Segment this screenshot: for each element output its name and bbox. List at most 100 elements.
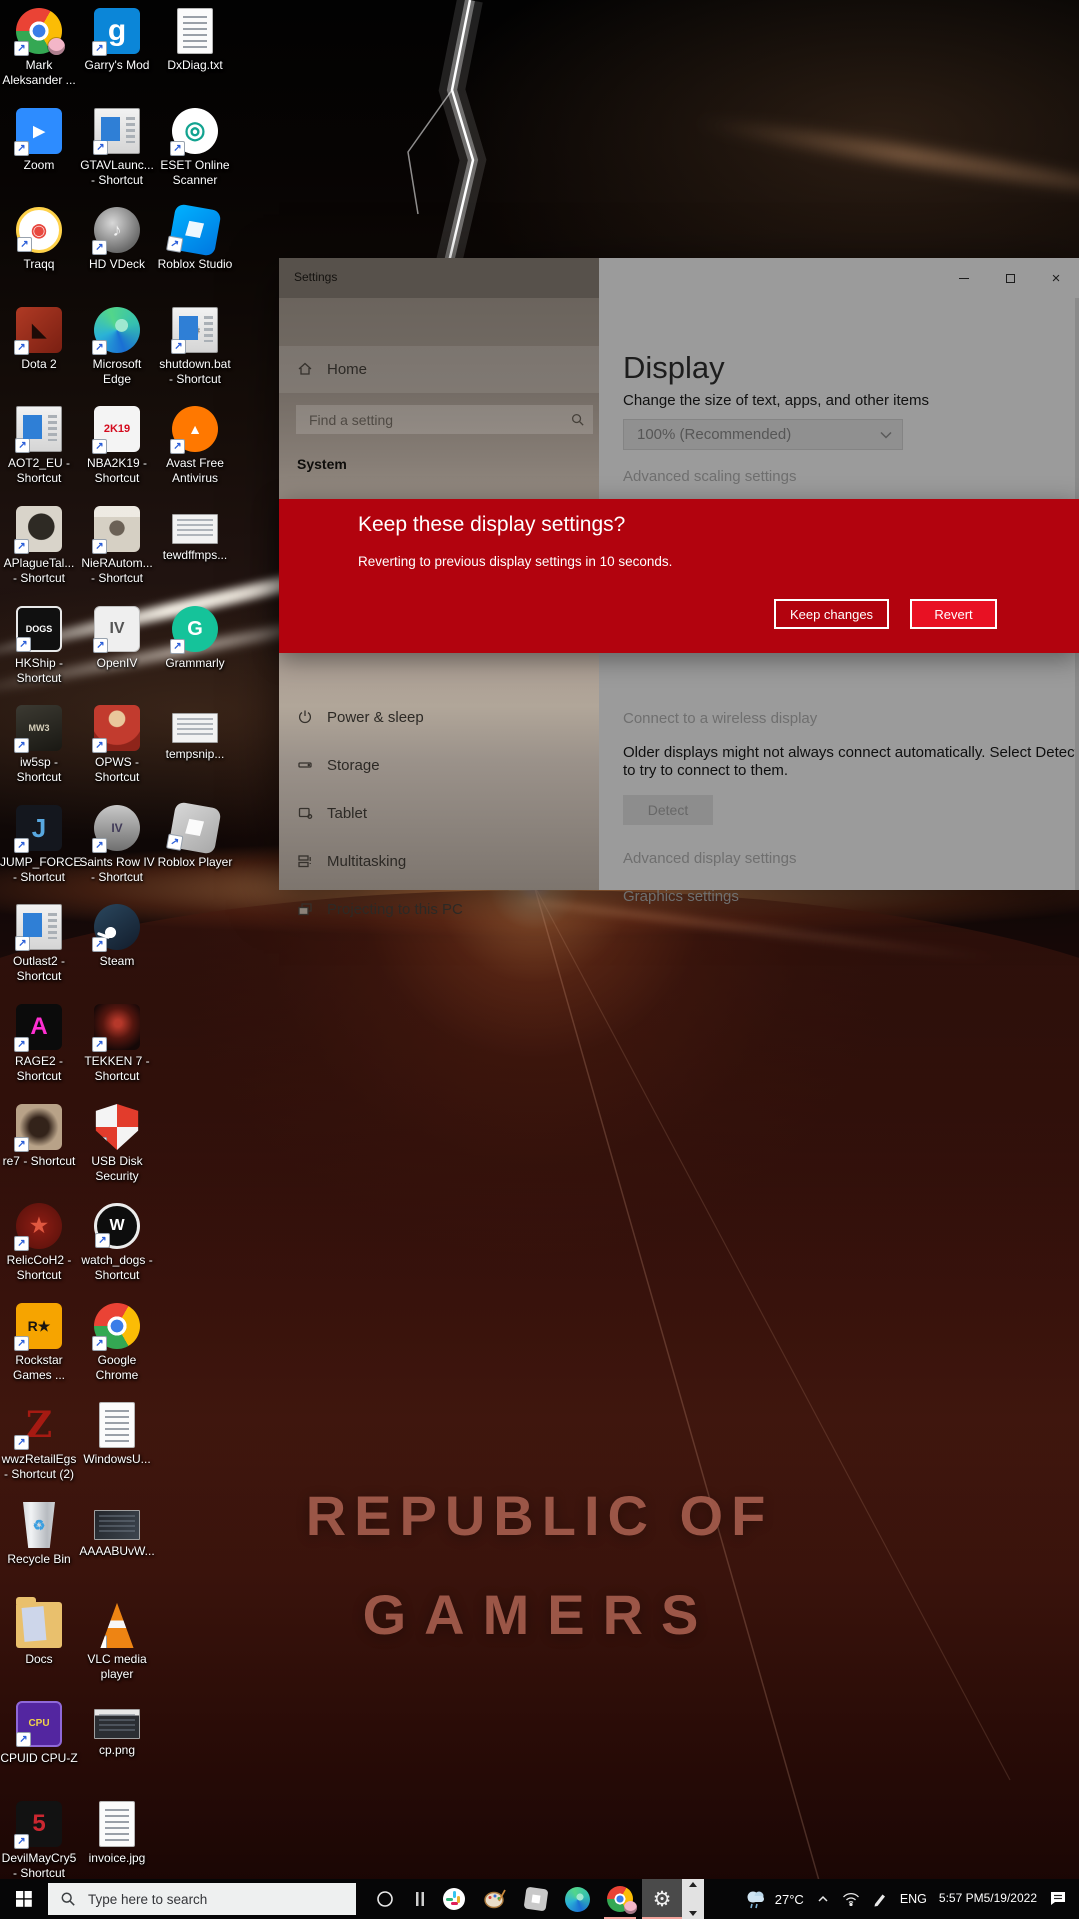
desktop-icon[interactable]: ↗ Microsoft Edge — [78, 307, 156, 386]
desktop-icon[interactable]: ♻ Recycle Bin — [0, 1502, 78, 1567]
desktop-icon[interactable]: Z ↗ wwzRetailEgs - Shortcut (2) — [0, 1402, 78, 1481]
desktop-icon[interactable]: IV ↗ OpenIV — [78, 606, 156, 671]
minimize-button[interactable] — [941, 258, 987, 298]
desktop-icon[interactable]: ↗ NieRAutom... - Shortcut — [78, 506, 156, 585]
paint-button[interactable] — [474, 1879, 516, 1919]
desktop-icon[interactable]: R★ ↗ Rockstar Games ... — [0, 1303, 78, 1382]
desktop-icon[interactable]: IV ↗ Saints Row IV - Shortcut — [78, 805, 156, 884]
desktop-screen: REPUBLIC OF GAMERS ↗ Mark Aleksander ... g… — [0, 0, 1079, 1919]
advanced-display-link[interactable]: Advanced display settings — [623, 850, 796, 867]
sidebar-item-home[interactable]: Home — [279, 350, 599, 388]
desktop-icon[interactable]: invoice.jpg — [78, 1801, 156, 1866]
taskbar-search-box[interactable] — [48, 1883, 356, 1915]
sidebar-item-projecting[interactable]: Projecting to this PC — [279, 890, 599, 928]
desktop-icon[interactable]: DOGS ↗ HKShip - Shortcut — [0, 606, 78, 685]
clock[interactable]: 5:57 PM 5/19/2022 — [933, 1879, 1043, 1919]
desktop-icon[interactable]: ↗ VLC media player — [78, 1602, 156, 1681]
wireless-display-link[interactable]: Connect to a wireless display — [623, 710, 817, 727]
desktop-icon[interactable]: ▲ ↗ Avast Free Antivirus — [156, 406, 234, 485]
settings-search-box[interactable] — [296, 405, 593, 434]
desktop-icon[interactable]: J ↗ JUMP_FORCE - Shortcut — [0, 805, 81, 884]
desktop-icon-label: tewdffmps... — [162, 548, 228, 562]
start-button[interactable] — [0, 1879, 48, 1919]
scale-dropdown[interactable]: 100% (Recommended) — [623, 419, 903, 450]
desktop-icon[interactable]: ↗ TEKKEN 7 - Shortcut — [78, 1004, 156, 1083]
desktop-icon[interactable]: ◣ ↗ Dota 2 — [0, 307, 78, 372]
app-icon: ◎ ↗ — [170, 108, 218, 156]
chrome-button[interactable] — [598, 1879, 642, 1919]
desktop-icon[interactable]: ↗ USB Disk Security — [78, 1104, 156, 1183]
desktop-icon[interactable]: WindowsU... — [78, 1402, 156, 1467]
edge-button[interactable] — [556, 1879, 598, 1919]
maximize-button[interactable] — [987, 258, 1033, 298]
taskbar-search-input[interactable] — [86, 1890, 356, 1908]
desktop-icon[interactable]: ↗ Outlast2 - Shortcut — [0, 904, 78, 983]
desktop-icon[interactable]: ↗ AOT2_EU - Shortcut — [0, 406, 78, 485]
graphics-settings-link[interactable]: Graphics settings — [623, 888, 739, 905]
desktop-icon[interactable]: MW3 ↗ iw5sp - Shortcut — [0, 705, 78, 784]
desktop-icon[interactable]: G ↗ Grammarly — [156, 606, 234, 671]
action-center-button[interactable] — [1043, 1879, 1079, 1919]
desktop-icon[interactable]: cp.png — [78, 1701, 156, 1758]
wifi-button[interactable] — [836, 1879, 866, 1919]
roblox-button[interactable] — [516, 1879, 556, 1919]
desktop-icon[interactable]: A ↗ RAGE2 - Shortcut — [0, 1004, 78, 1083]
desktop-icon[interactable]: tempsnip... — [156, 705, 234, 762]
detect-description: Older displays might not always connect … — [623, 744, 1079, 779]
slack-button[interactable] — [434, 1879, 474, 1919]
desktop-icon[interactable]: ↗ Roblox Player — [156, 801, 234, 870]
cortana-button[interactable] — [364, 1879, 406, 1919]
sidebar-item-storage[interactable]: Storage — [279, 746, 599, 784]
desktop-icon[interactable]: ↗ Roblox Studio — [156, 203, 234, 272]
titlebar[interactable]: Settings — [279, 258, 599, 298]
sidebar-item-power-sleep[interactable]: Power & sleep — [279, 698, 599, 736]
desktop-icon[interactable]: 2K19 ↗ NBA2K19 - Shortcut — [78, 406, 156, 485]
revert-button[interactable]: Revert — [910, 599, 997, 629]
desktop-icon[interactable]: Docs — [0, 1597, 78, 1667]
app-icon: ↗ — [15, 406, 62, 453]
hidden-icons-button[interactable] — [810, 1879, 836, 1919]
desktop-icon[interactable]: ↗ Google Chrome — [78, 1303, 156, 1382]
app-icon — [172, 514, 218, 544]
shortcut-arrow-icon: ↗ — [15, 438, 30, 453]
desktop-icon-grid: ↗ Mark Aleksander ... g ↗ Garry's Mod DxDiag.… — [0, 0, 260, 1880]
close-button[interactable]: × — [1033, 258, 1079, 298]
desktop-icon[interactable]: AAAABUvW... — [78, 1502, 156, 1559]
desktop-icon-label: ESET Online Scanner — [160, 158, 230, 187]
weather-widget[interactable]: 27°C — [737, 1879, 810, 1919]
desktop-icon[interactable]: ↗ Steam — [78, 904, 156, 969]
language-indicator[interactable]: ENG — [894, 1879, 933, 1919]
desktop-icon[interactable]: ↗ Mark Aleksander ... — [0, 8, 78, 87]
pen-icon — [874, 1894, 885, 1907]
chevron-up-icon — [818, 1895, 828, 1902]
desktop-icon[interactable]: ★ ↗ RelicCoH2 - Shortcut — [0, 1203, 78, 1282]
desktop-icon[interactable]: ↗ GTAVLaunc... - Shortcut — [78, 108, 156, 187]
desktop-icon[interactable]: 5 ↗ DevilMayCry5 - Shortcut — [0, 1801, 78, 1880]
desktop-icon[interactable]: ▶ ↗ Zoom — [0, 108, 78, 173]
desktop-icon[interactable]: ⚙ ↗ shutdown.bat - Shortcut — [156, 307, 234, 386]
desktop-icon[interactable]: CPU ↗ CPUID CPU-Z — [0, 1701, 78, 1766]
shortcut-arrow-icon: ↗ — [170, 439, 185, 454]
desktop-icon[interactable]: ♪ ↗ HD VDeck — [78, 207, 156, 272]
desktop-icon[interactable]: W ↗ watch_dogs - Shortcut — [78, 1203, 156, 1282]
desktop-icon[interactable]: ◉ ↗ Traqq — [0, 207, 78, 272]
settings-search-input[interactable] — [307, 410, 570, 429]
sidebar-item-tablet[interactable]: Tablet — [279, 794, 599, 832]
sidebar-item-multitasking[interactable]: Multitasking — [279, 842, 599, 880]
desktop-icon[interactable]: tewdffmps... — [156, 506, 234, 563]
detect-button[interactable]: Detect — [623, 795, 713, 825]
app-icon — [16, 1597, 62, 1648]
desktop-icon-label: shutdown.bat - Shortcut — [159, 357, 231, 386]
settings-taskbar-button[interactable]: ⚙ — [642, 1879, 682, 1919]
desktop-icon[interactable]: g ↗ Garry's Mod — [78, 8, 156, 73]
desktop-icon[interactable]: ↗ OPWS - Shortcut — [78, 705, 156, 784]
desktop-icon[interactable]: ◎ ↗ ESET Online Scanner — [156, 108, 234, 187]
desktop-icon[interactable]: DxDiag.txt — [156, 8, 234, 73]
desktop-icon[interactable]: ↗ re7 - Shortcut — [0, 1104, 78, 1169]
advanced-scaling-link[interactable]: Advanced scaling settings — [623, 468, 796, 485]
desktop-icon[interactable]: ↗ APlagueTal... - Shortcut — [0, 506, 78, 585]
taskbar-scroll-strip[interactable] — [682, 1879, 704, 1919]
keep-changes-button[interactable]: Keep changes — [774, 599, 889, 629]
taskbar-pinned-app[interactable] — [406, 1879, 434, 1919]
pen-button[interactable] — [866, 1879, 894, 1919]
